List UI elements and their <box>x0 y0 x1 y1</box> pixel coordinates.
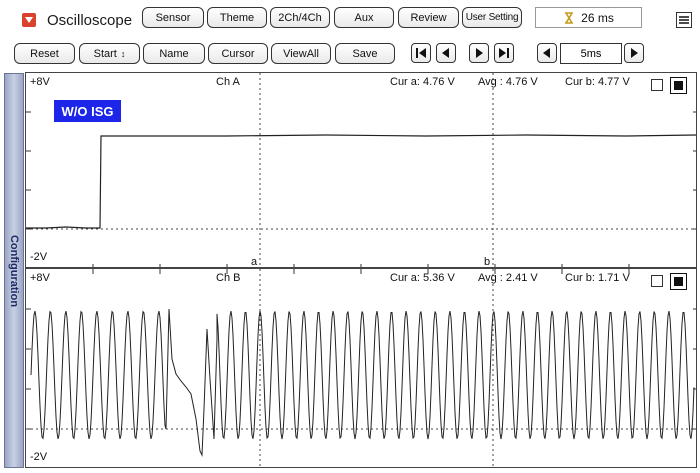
timebase-decrease-button[interactable] <box>537 43 557 63</box>
view-all-button[interactable]: ViewAll <box>271 43 331 64</box>
reset-button[interactable]: Reset <box>14 43 75 64</box>
skip-first-icon <box>416 48 426 58</box>
time-display: 26 ms <box>535 7 642 28</box>
app-menu-icon[interactable] <box>22 13 36 27</box>
channel-a-fill-toggle[interactable] <box>670 77 687 94</box>
channel-b-bottom-label: -2V <box>30 451 48 463</box>
step-back-button[interactable] <box>436 43 456 63</box>
play-right-icon <box>476 48 483 58</box>
skip-last-icon <box>499 48 509 58</box>
timebase-increase-button[interactable] <box>624 43 644 63</box>
updown-chevron-icon: ↕ <box>120 48 126 59</box>
timebase-field[interactable]: 5ms <box>560 43 622 64</box>
channel-a-bottom-label: -2V <box>30 251 48 263</box>
menu-icon[interactable] <box>676 12 692 28</box>
skip-last-button[interactable] <box>494 43 514 63</box>
channel-b-plot[interactable] <box>26 269 697 468</box>
user-setting-button[interactable]: User Setting <box>462 7 522 28</box>
channel-a-cur-a: Cur a: 4.76 V <box>390 76 455 88</box>
channel-a-cur-b: Cur b: 4.77 V <box>565 76 630 88</box>
channel-b-fill-toggle[interactable] <box>670 273 687 290</box>
channel-a-name: Ch A <box>216 76 240 88</box>
step-forward-button[interactable] <box>469 43 489 63</box>
timebase-value: 5ms <box>580 47 602 60</box>
play-left-icon <box>442 48 449 58</box>
channel-b-avg: Avg : 2.41 V <box>478 272 538 284</box>
cursor-b-label: b <box>484 256 491 268</box>
sensor-button[interactable]: Sensor <box>142 7 204 28</box>
triangle-left-icon <box>543 48 550 58</box>
triangle-right-icon <box>631 48 638 58</box>
save-button[interactable]: Save <box>335 43 395 64</box>
start-label: Start <box>93 47 117 60</box>
review-button[interactable]: Review <box>398 7 459 28</box>
title-bar: Oscilloscope Sensor Theme 2Ch/4Ch Aux Re… <box>0 0 700 35</box>
start-select[interactable]: Start ↕ <box>79 43 140 64</box>
channel-b-name: Ch B <box>216 272 241 284</box>
channel-b-cur-a: Cur a: 5.36 V <box>390 272 455 284</box>
name-button[interactable]: Name <box>143 43 205 64</box>
configuration-tab[interactable]: Configuration <box>4 73 24 468</box>
channel-a-panel: +8V Ch A Cur a: 4.76 V Avg : 4.76 V Cur … <box>25 72 697 268</box>
configuration-label: Configuration <box>8 234 20 307</box>
cursor-button[interactable]: Cursor <box>208 43 268 64</box>
channel-b-waveform <box>30 308 695 457</box>
cursor-a-label: a <box>251 256 258 268</box>
wo-isg-badge: W/O ISG <box>54 100 121 122</box>
hourglass-icon <box>565 11 574 24</box>
theme-button[interactable]: Theme <box>207 7 267 28</box>
channel-a-plot[interactable] <box>26 73 697 268</box>
channel-b-top-label: +8V <box>30 272 50 284</box>
aux-button[interactable]: Aux <box>334 7 394 28</box>
channel-a-checkbox[interactable] <box>651 79 663 91</box>
time-value: 26 ms <box>581 10 614 25</box>
channel-b-cur-b: Cur b: 1.71 V <box>565 272 630 284</box>
skip-first-button[interactable] <box>411 43 431 63</box>
channel-a-waveform <box>26 134 696 229</box>
channel-b-panel: +8V Ch B Cur a: 5.36 V Avg : 2.41 V Cur … <box>25 268 697 468</box>
channel-a-top-label: +8V <box>30 76 50 88</box>
channel-b-checkbox[interactable] <box>651 275 663 287</box>
channel-a-avg: Avg : 4.76 V <box>478 76 538 88</box>
channels-button[interactable]: 2Ch/4Ch <box>270 7 330 28</box>
app-title: Oscilloscope <box>47 12 133 29</box>
